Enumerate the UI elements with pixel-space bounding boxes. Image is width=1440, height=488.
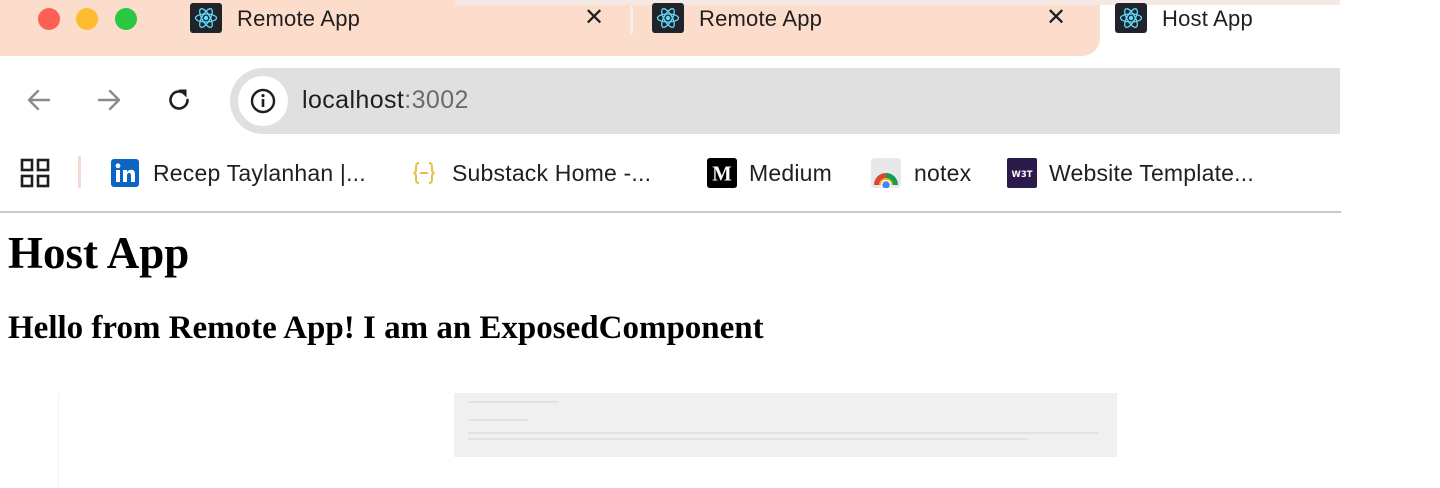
faint-embedded-preview <box>454 393 1117 457</box>
arrow-left-icon <box>27 89 51 111</box>
tab-title: Remote App <box>237 6 361 31</box>
close-tab-icon[interactable]: ✕ <box>1046 5 1066 29</box>
tab-remote-app-1[interactable]: Remote App ✕ <box>190 0 620 36</box>
tab-title: Host App <box>1162 6 1253 31</box>
apps-grid-icon <box>20 158 50 188</box>
faint-line <box>468 438 1028 440</box>
bookmark-label: Medium <box>749 159 833 186</box>
chrome-icon <box>871 158 901 188</box>
bookmark-label: notex <box>914 159 972 186</box>
tab-host-app-active[interactable]: Host App <box>1115 0 1315 36</box>
react-icon <box>652 3 684 33</box>
browser-toolbar: localhost:3002 <box>0 56 1440 146</box>
tab-separator <box>630 6 633 34</box>
arrow-right-icon <box>97 89 121 111</box>
tab-remote-app-2[interactable]: Remote App ✕ <box>652 0 1082 36</box>
url-host: localhost <box>302 86 405 114</box>
forward-button[interactable] <box>89 80 129 120</box>
braces-icon <box>409 158 439 188</box>
faint-divider <box>58 393 59 488</box>
bookmarks-bar: Recep Taylanhan |... Substack Home -... … <box>0 146 1440 212</box>
w3t-icon: W3T <box>1007 158 1037 188</box>
exposed-component-text: Hello from Remote App! I am an ExposedCo… <box>8 310 764 346</box>
address-bar[interactable]: localhost:3002 <box>230 68 1340 134</box>
apps-button[interactable] <box>20 158 50 188</box>
bookmark-linkedin[interactable]: Recep Taylanhan |... <box>110 156 366 190</box>
window-close-button[interactable] <box>38 8 60 30</box>
bookmark-website-template[interactable]: W3T Website Template... <box>1007 156 1254 190</box>
close-tab-icon[interactable]: ✕ <box>584 5 604 29</box>
reload-button[interactable] <box>159 80 199 120</box>
medium-icon: M <box>707 158 737 188</box>
bookmarks-divider <box>78 156 81 188</box>
info-icon <box>250 88 276 114</box>
page-title: Host App <box>8 228 190 278</box>
bookmark-medium[interactable]: M Medium <box>707 156 832 190</box>
back-button[interactable] <box>19 80 59 120</box>
page-content: Host App Hello from Remote App! I am an … <box>0 213 1341 488</box>
bookmark-label: Substack Home -... <box>452 159 652 186</box>
url-port: :3002 <box>404 86 469 114</box>
bookmark-substack[interactable]: Substack Home -... <box>409 156 651 190</box>
tab-strip: Remote App ✕ Remote App ✕ Host App <box>0 0 1440 56</box>
w3t-icon-glyph: W3T <box>1012 169 1033 179</box>
reload-icon <box>169 89 189 110</box>
bookmark-label: Recep Taylanhan |... <box>153 159 366 186</box>
react-icon <box>190 3 222 33</box>
faint-line <box>468 432 1098 434</box>
window-zoom-button[interactable] <box>115 8 137 30</box>
faint-line <box>468 419 528 421</box>
window-minimize-button[interactable] <box>76 8 98 30</box>
linkedin-icon <box>110 158 140 188</box>
react-icon <box>1115 3 1147 33</box>
url-text[interactable]: localhost:3002 <box>302 86 469 115</box>
bookmark-label: Website Template... <box>1049 159 1254 186</box>
medium-icon-glyph: M <box>712 164 731 186</box>
tab-title: Remote App <box>699 6 823 31</box>
faint-line <box>468 401 558 403</box>
bookmark-notex[interactable]: notex <box>871 156 971 190</box>
site-info-button[interactable] <box>238 76 288 126</box>
